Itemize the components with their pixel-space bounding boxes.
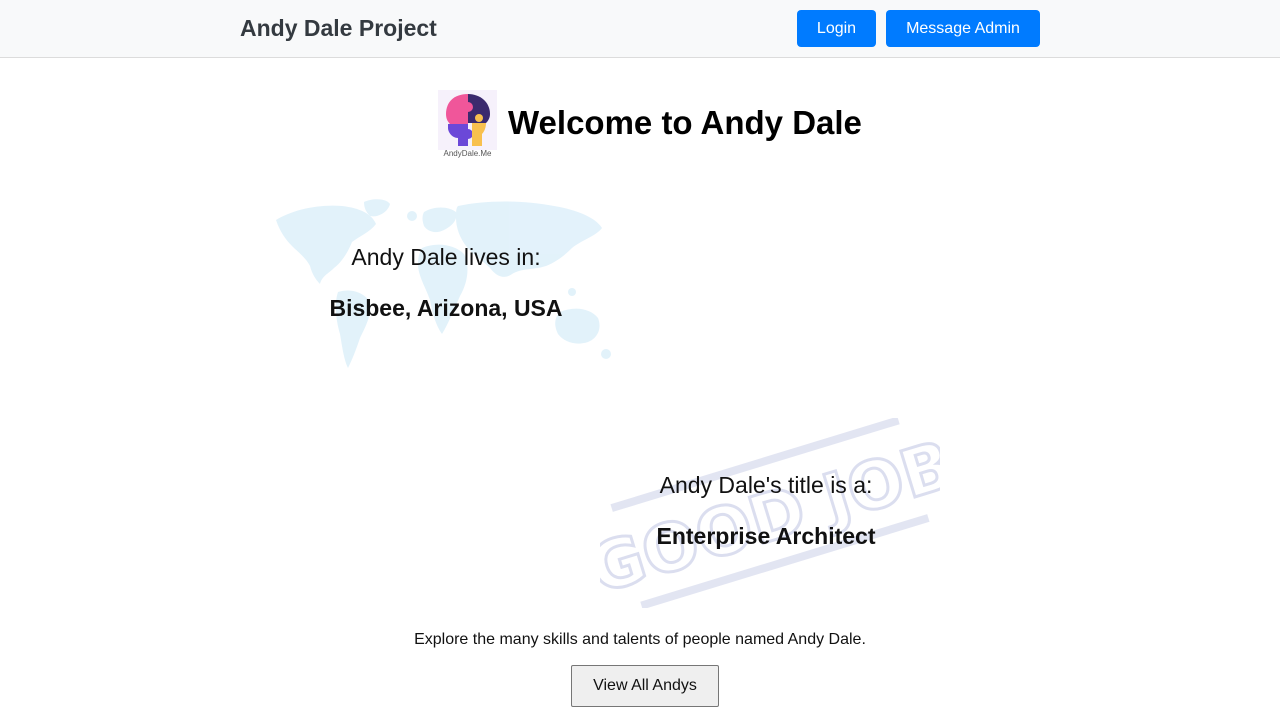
message-admin-button[interactable]: Message Admin [886,10,1040,47]
location-value: Bisbee, Arizona, USA [329,295,563,321]
view-all-andys-button[interactable]: View All Andys [571,665,719,707]
location-label: Andy Dale lives in: [351,244,541,270]
logo-caption: AndyDale.Me [443,149,492,158]
job-title-label: Andy Dale's title is a: [659,472,873,498]
page-title: Welcome to Andy Dale [508,104,862,141]
brand-title[interactable]: Andy Dale Project [240,15,437,42]
login-button[interactable]: Login [797,10,876,47]
job-title-section: Andy Dale's title is a: Enterprise Archi… [616,472,916,550]
job-title-value: Enterprise Architect [656,523,876,549]
explore-text: Explore the many skills and talents of p… [414,631,866,648]
navbar: Andy Dale Project Login Message Admin [0,0,1280,58]
location-section: Andy Dale lives in: Bisbee, Arizona, USA [276,244,616,322]
hero-header: AndyDale.Me Welcome to Andy Dale [438,90,862,160]
